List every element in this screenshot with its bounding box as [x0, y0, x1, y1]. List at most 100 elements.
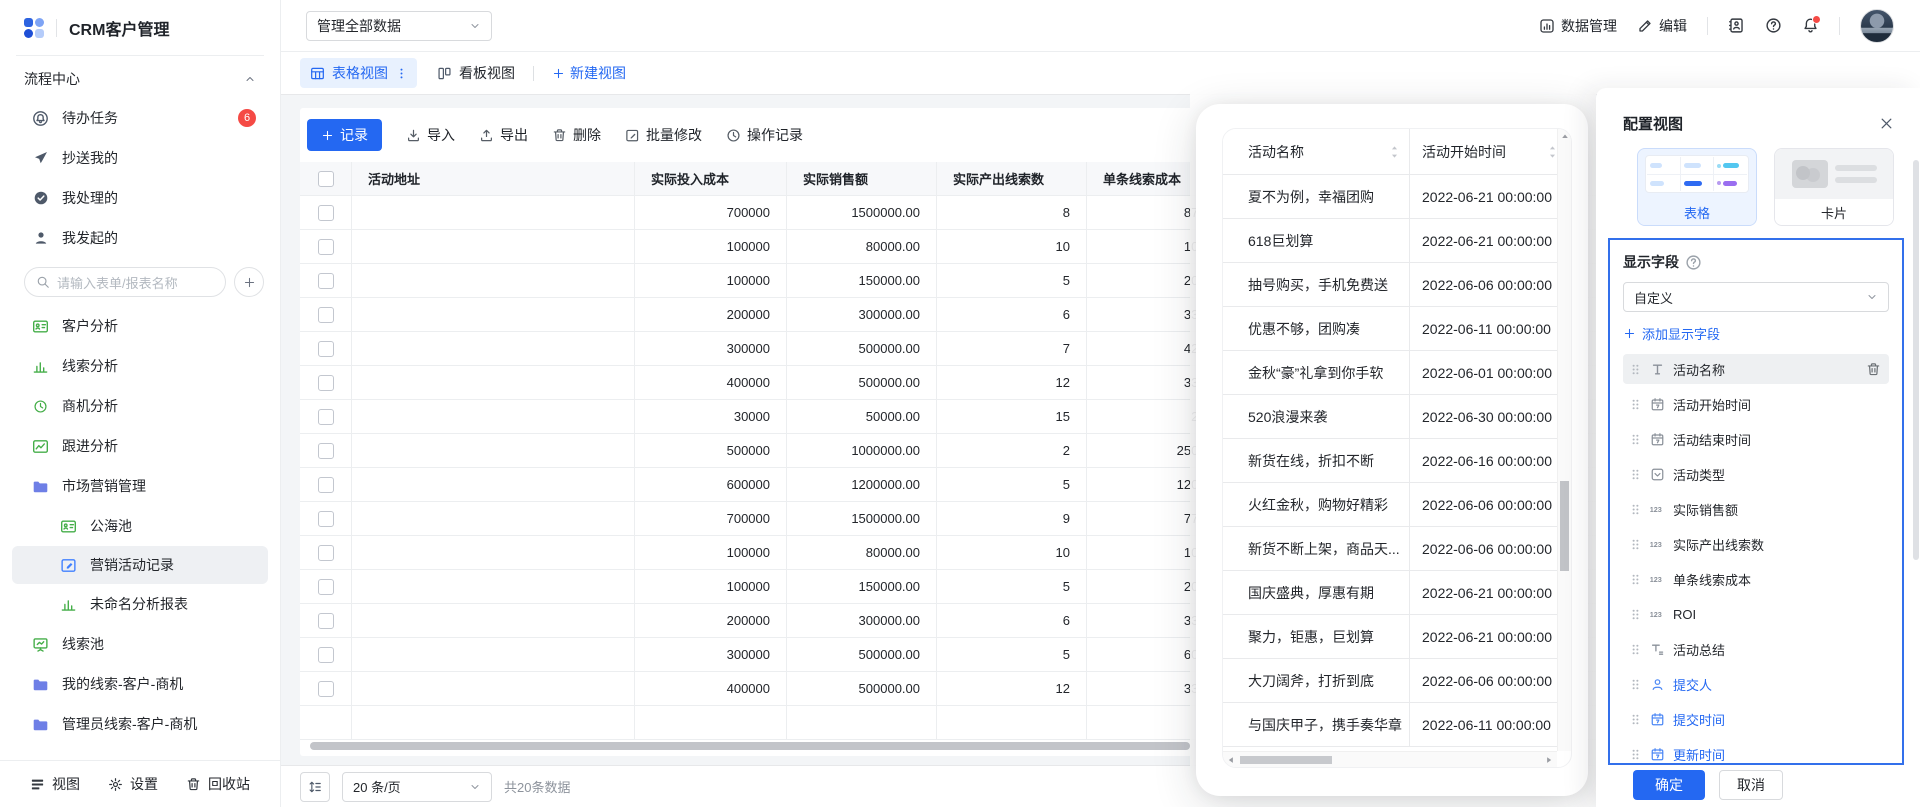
- sidebar-item-营销活动记录[interactable]: 营销活动记录: [12, 546, 268, 584]
- campaign-row[interactable]: 金秋“豪”礼拿到你手软2022-06-01 00:00:00: [1223, 351, 1571, 395]
- row-checkbox[interactable]: [318, 375, 334, 391]
- vertical-scroll-thumb[interactable]: [1560, 481, 1569, 571]
- drag-handle-icon[interactable]: [1630, 712, 1641, 727]
- display-field-活动总结[interactable]: 活动总结: [1623, 634, 1889, 664]
- drag-handle-icon[interactable]: [1630, 642, 1641, 657]
- sidebar-item-管理员线索-客户-商机[interactable]: 管理员线索-客户-商机: [0, 704, 280, 744]
- scroll-right-icon[interactable]: [1544, 755, 1554, 765]
- view-type-card-card[interactable]: 卡片: [1774, 148, 1894, 226]
- scroll-left-icon[interactable]: [1226, 755, 1236, 765]
- tab-table-view[interactable]: 表格视图: [300, 58, 417, 88]
- config-panel-scrollbar[interactable]: [1913, 160, 1919, 560]
- add-display-field-button[interactable]: 添加显示字段: [1623, 324, 1720, 343]
- campaign-row[interactable]: 与国庆甲子，携手奏华章2022-06-11 00:00:00: [1223, 703, 1571, 747]
- cancel-button[interactable]: 取消: [1719, 770, 1783, 800]
- campaign-row[interactable]: 火红金秋，购物好精彩2022-06-06 00:00:00: [1223, 483, 1571, 527]
- sidebar-item-客户分析[interactable]: 客户分析: [0, 306, 280, 346]
- confirm-button[interactable]: 确定: [1633, 770, 1705, 800]
- add-record-button[interactable]: 记录: [307, 119, 382, 151]
- campaign-row[interactable]: 国庆盛典，厚惠有期2022-06-21 00:00:00: [1223, 571, 1571, 615]
- sidebar-item-抄送我的[interactable]: 抄送我的: [0, 138, 280, 178]
- edit-button[interactable]: 编辑: [1637, 16, 1687, 36]
- sidebar-item-线索分析[interactable]: 线索分析: [0, 346, 280, 386]
- drag-handle-icon[interactable]: [1630, 537, 1641, 552]
- row-checkbox[interactable]: [318, 477, 334, 493]
- row-checkbox[interactable]: [318, 545, 334, 561]
- display-field-活动结束时间[interactable]: 活动结束时间: [1623, 424, 1889, 454]
- operation-log-button[interactable]: 操作记录: [726, 125, 803, 145]
- drag-handle-icon[interactable]: [1630, 677, 1641, 692]
- sidebar-item-跟进分析[interactable]: 跟进分析: [0, 426, 280, 466]
- display-field-实际销售额[interactable]: 123实际销售额: [1623, 494, 1889, 524]
- row-checkbox[interactable]: [318, 341, 334, 357]
- display-field-提交时间[interactable]: 提交时间: [1623, 704, 1889, 734]
- drag-handle-icon[interactable]: [1630, 432, 1641, 447]
- collapse-icon[interactable]: [244, 73, 256, 85]
- import-button[interactable]: 导入: [406, 125, 455, 145]
- sidebar-item-我的线索-客户-商机[interactable]: 我的线索-客户-商机: [0, 664, 280, 704]
- display-field-活动类型[interactable]: 活动类型: [1623, 459, 1889, 489]
- sidebar-footer-回收站[interactable]: 回收站: [186, 774, 250, 794]
- popover-vertical-scrollbar[interactable]: [1557, 129, 1571, 751]
- row-checkbox[interactable]: [318, 205, 334, 221]
- display-field-活动开始时间[interactable]: 活动开始时间: [1623, 389, 1889, 419]
- export-button[interactable]: 导出: [479, 125, 528, 145]
- row-checkbox[interactable]: [318, 579, 334, 595]
- info-icon[interactable]: [1685, 254, 1702, 271]
- row-checkbox[interactable]: [318, 647, 334, 663]
- row-checkbox[interactable]: [318, 511, 334, 527]
- display-field-单条线索成本[interactable]: 123单条线索成本: [1623, 564, 1889, 594]
- sidebar-item-线索池[interactable]: 线索池: [0, 624, 280, 664]
- campaign-row[interactable]: 聚力，钜惠，巨划算2022-06-21 00:00:00: [1223, 615, 1571, 659]
- display-field-更新时间[interactable]: 更新时间: [1623, 739, 1889, 769]
- row-checkbox[interactable]: [318, 443, 334, 459]
- drag-handle-icon[interactable]: [1630, 607, 1641, 622]
- help-button[interactable]: [1765, 17, 1782, 34]
- tab-board-view[interactable]: 看板视图: [437, 63, 515, 83]
- display-field-活动名称[interactable]: 活动名称: [1623, 354, 1889, 384]
- row-height-button[interactable]: [300, 772, 330, 802]
- display-field-ROI[interactable]: 123ROI: [1623, 599, 1889, 629]
- sidebar-item-我处理的[interactable]: 我处理的: [0, 178, 280, 218]
- sort-icon[interactable]: [1390, 145, 1399, 159]
- scroll-up-icon[interactable]: [1560, 132, 1570, 142]
- campaign-row[interactable]: 520浪漫来袭2022-06-30 00:00:00: [1223, 395, 1571, 439]
- sidebar-item-待办任务[interactable]: 待办任务6: [0, 98, 280, 138]
- sidebar-section-process[interactable]: 流程中心: [0, 60, 280, 98]
- sort-icon[interactable]: [1548, 145, 1557, 159]
- campaign-row[interactable]: 新货在线，折扣不断2022-06-16 00:00:00: [1223, 439, 1571, 483]
- search-input[interactable]: 请输入表单/报表名称: [24, 267, 226, 297]
- campaign-row[interactable]: 抽号购买，手机免费送2022-06-06 00:00:00: [1223, 263, 1571, 307]
- horizontal-scrollbar[interactable]: [310, 742, 1190, 750]
- drag-handle-icon[interactable]: [1630, 467, 1641, 482]
- sidebar-footer-视图[interactable]: 视图: [30, 774, 80, 794]
- drag-handle-icon[interactable]: [1630, 502, 1641, 517]
- display-field-提交人[interactable]: 提交人: [1623, 669, 1889, 699]
- row-checkbox[interactable]: [318, 273, 334, 289]
- campaign-row[interactable]: 大刀阔斧，打折到底2022-06-06 00:00:00: [1223, 659, 1571, 703]
- batch-edit-button[interactable]: 批量修改: [625, 125, 702, 145]
- data-scope-select[interactable]: 管理全部数据: [306, 11, 492, 41]
- page-size-select[interactable]: 20 条/页: [342, 772, 492, 802]
- column-header-name[interactable]: 活动名称: [1223, 129, 1409, 174]
- sidebar-item-市场营销管理[interactable]: 市场营销管理: [0, 466, 280, 506]
- campaign-row[interactable]: 618巨划算2022-06-21 00:00:00: [1223, 219, 1571, 263]
- display-field-实际产出线索数[interactable]: 123实际产出线索数: [1623, 529, 1889, 559]
- row-checkbox[interactable]: [318, 681, 334, 697]
- user-avatar[interactable]: [1860, 9, 1894, 43]
- drag-handle-icon[interactable]: [1630, 747, 1641, 762]
- drag-handle-icon[interactable]: [1630, 362, 1641, 377]
- field-mode-select[interactable]: 自定义: [1623, 282, 1889, 312]
- popover-horizontal-scrollbar[interactable]: [1223, 751, 1557, 767]
- row-checkbox[interactable]: [318, 409, 334, 425]
- sidebar-item-商机分析[interactable]: 商机分析: [0, 386, 280, 426]
- select-all-checkbox[interactable]: [318, 171, 334, 187]
- delete-button[interactable]: 删除: [552, 125, 601, 145]
- drag-handle-icon[interactable]: [1630, 572, 1641, 587]
- close-icon[interactable]: [1879, 116, 1894, 131]
- campaign-row[interactable]: 优惠不够，团购凑2022-06-11 00:00:00: [1223, 307, 1571, 351]
- contacts-button[interactable]: [1728, 17, 1745, 34]
- column-header-start-time[interactable]: 活动开始时间: [1409, 129, 1559, 174]
- view-type-table-card[interactable]: 表格: [1637, 148, 1757, 226]
- data-manage-button[interactable]: 数据管理: [1539, 16, 1617, 36]
